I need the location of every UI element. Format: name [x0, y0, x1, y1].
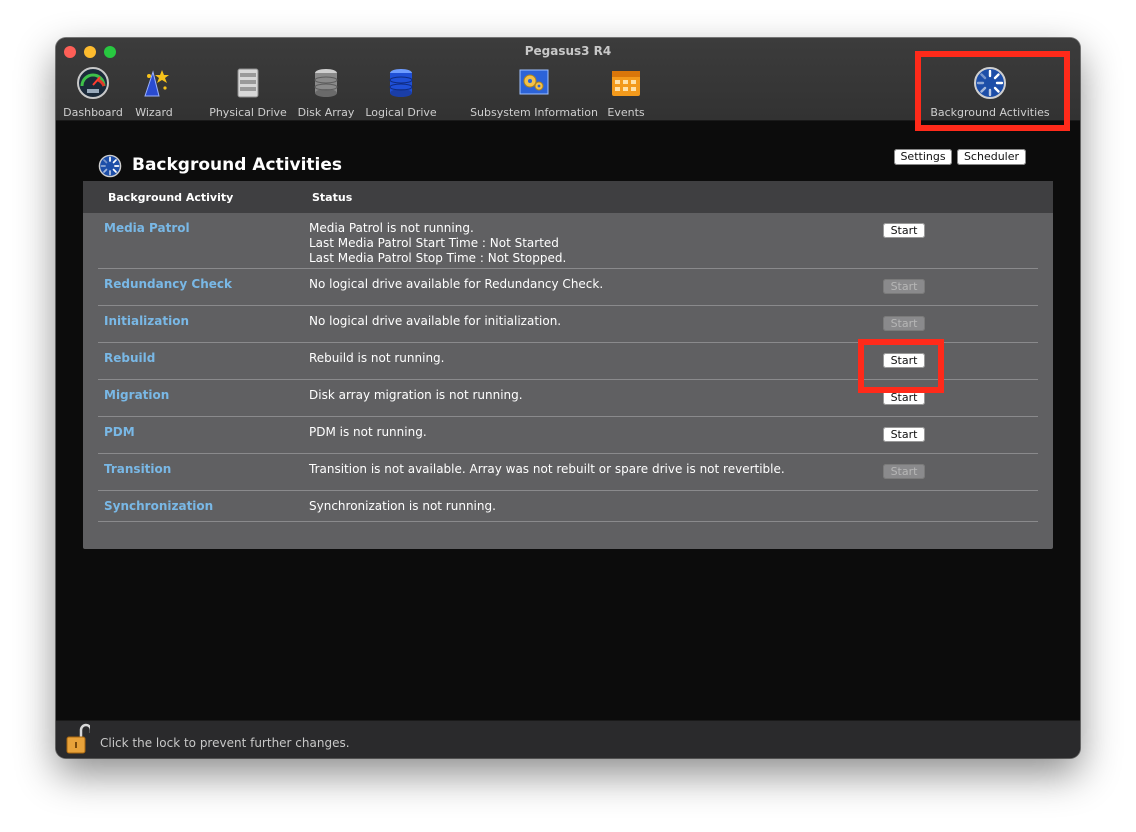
activity-status: PDM is not running.: [309, 425, 427, 439]
page-title: Background Activities: [132, 155, 343, 175]
unlocked-padlock-icon[interactable]: [66, 723, 90, 755]
toolbar-logical-drive-label: Logical Drive: [365, 106, 437, 119]
toolbar-events-label: Events: [607, 106, 645, 119]
toolbar-subsystem-information[interactable]: Subsystem Information: [470, 66, 598, 119]
background-activities-icon: [974, 67, 1006, 99]
scheduler-button[interactable]: Scheduler: [957, 149, 1026, 165]
activity-status: Media Patrol is not running. Last Media …: [309, 221, 566, 266]
wizard-hat-icon: [144, 70, 169, 97]
table-row: Redundancy Check No logical drive availa…: [98, 269, 1038, 306]
activity-status: Disk array migration is not running.: [309, 388, 523, 402]
disk-array-icon: [314, 69, 338, 97]
media-patrol-start-button[interactable]: Start: [883, 223, 925, 238]
toolbar-wizard[interactable]: Wizard: [130, 66, 178, 119]
activity-initialization-link[interactable]: Initialization: [104, 314, 189, 328]
title-bar: Pegasus3 R4 Dashboard Wizard Physical Dr…: [56, 38, 1080, 121]
rebuild-start-button[interactable]: Start: [883, 353, 925, 368]
activity-synchronization-link[interactable]: Synchronization: [104, 499, 213, 513]
app-window: Pegasus3 R4 Dashboard Wizard Physical Dr…: [56, 38, 1080, 758]
toolbar-wizard-label: Wizard: [135, 106, 173, 119]
toolbar-physical-drive[interactable]: Physical Drive: [208, 66, 288, 119]
background-activities-table: Background Activity Status Media Patrol …: [83, 181, 1053, 549]
toolbar-dashboard[interactable]: Dashboard: [62, 66, 124, 119]
status-line: Last Media Patrol Stop Time : Not Stoppe…: [309, 251, 567, 265]
table-row: Rebuild Rebuild is not running. Start: [98, 343, 1038, 380]
activity-status: No logical drive available for initializ…: [309, 314, 562, 328]
dashboard-gauge-icon: [77, 67, 109, 99]
migration-start-button[interactable]: Start: [883, 390, 925, 405]
table-row: Initialization No logical drive availabl…: [98, 306, 1038, 343]
subsystem-information-icon: [519, 69, 549, 95]
activity-status: Rebuild is not running.: [309, 351, 445, 365]
background-activities-icon: [98, 154, 122, 178]
toolbar-events[interactable]: Events: [603, 66, 649, 119]
window-title: Pegasus3 R4: [524, 44, 612, 58]
activity-status: Synchronization is not running.: [309, 499, 496, 513]
activity-media-patrol-link[interactable]: Media Patrol: [104, 221, 190, 235]
status-line: Last Media Patrol Start Time : Not Start…: [309, 236, 559, 250]
table-row: PDM PDM is not running. Start: [98, 417, 1038, 454]
initialization-start-button: Start: [883, 316, 925, 331]
events-calendar-icon: [612, 71, 640, 96]
toolbar-disk-array[interactable]: Disk Array: [296, 66, 356, 119]
column-header-activity: Background Activity: [108, 191, 234, 204]
toolbar-background-activities-label: Background Activities: [930, 106, 1050, 119]
table-row: Media Patrol Media Patrol is not running…: [98, 213, 1038, 269]
column-header-status: Status: [312, 191, 353, 204]
status-line: Media Patrol is not running.: [309, 221, 474, 235]
activity-migration-link[interactable]: Migration: [104, 388, 169, 402]
toolbar-background-activities[interactable]: Background Activities: [928, 66, 1052, 119]
toolbar-disk-array-label: Disk Array: [297, 106, 355, 119]
activity-rebuild-link[interactable]: Rebuild: [104, 351, 155, 365]
activity-status: No logical drive available for Redundanc…: [309, 277, 604, 291]
toolbar-dashboard-label: Dashboard: [63, 106, 123, 119]
physical-drive-icon: [237, 68, 259, 98]
lock-hint-text: Click the lock to prevent further change…: [100, 736, 350, 750]
pdm-start-button[interactable]: Start: [883, 427, 925, 442]
status-bar: Click the lock to prevent further change…: [56, 720, 1080, 758]
toolbar-logical-drive[interactable]: Logical Drive: [365, 66, 437, 119]
table-row: Synchronization Synchronization is not r…: [98, 491, 1038, 522]
activity-pdm-link[interactable]: PDM: [104, 425, 135, 439]
activity-redundancy-check-link[interactable]: Redundancy Check: [104, 277, 232, 291]
redundancy-check-start-button: Start: [883, 279, 925, 294]
table-row: Migration Disk array migration is not ru…: [98, 380, 1038, 417]
settings-button[interactable]: Settings: [894, 149, 952, 165]
toolbar-physical-drive-label: Physical Drive: [209, 106, 287, 119]
toolbar-subsystem-information-label: Subsystem Information: [470, 106, 598, 119]
table-row: Transition Transition is not available. …: [98, 454, 1038, 491]
content-area: Background Activities Settings Scheduler…: [56, 121, 1080, 721]
table-header: Background Activity Status: [83, 181, 1053, 213]
transition-start-button: Start: [883, 464, 925, 479]
activity-transition-link[interactable]: Transition: [104, 462, 171, 476]
logical-drive-icon: [389, 69, 413, 97]
activity-status: Transition is not available. Array was n…: [309, 462, 785, 476]
